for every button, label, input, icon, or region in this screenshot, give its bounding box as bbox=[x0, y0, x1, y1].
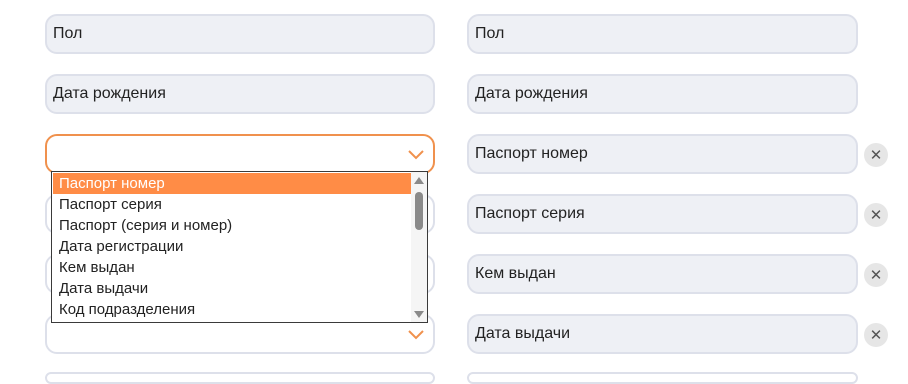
field-value: Пол bbox=[53, 25, 83, 42]
dropdown-option-issued-by[interactable]: Кем выдан bbox=[53, 257, 411, 278]
close-icon: ✕ bbox=[869, 206, 883, 224]
field-select-active[interactable] bbox=[45, 134, 435, 174]
dropdown-scrollbar[interactable] bbox=[411, 172, 427, 322]
field-value: Дата выдачи bbox=[475, 325, 571, 342]
scroll-thumb[interactable] bbox=[415, 192, 423, 230]
dropdown-list[interactable]: Паспорт номер Паспорт серия Паспорт (сер… bbox=[51, 171, 428, 323]
field-value: Дата рождения bbox=[53, 85, 166, 102]
field-left-birthdate[interactable]: Дата рождения bbox=[45, 74, 435, 114]
dropdown-option-issue-date[interactable]: Дата выдачи bbox=[53, 278, 411, 299]
chevron-down-icon[interactable] bbox=[407, 325, 425, 343]
field-right-passport-number[interactable]: Паспорт номер bbox=[467, 134, 858, 174]
remove-issue-date-button[interactable]: ✕ bbox=[864, 323, 888, 347]
field-left-gender[interactable]: Пол bbox=[45, 14, 435, 54]
dropdown-option-passport-series[interactable]: Паспорт серия bbox=[53, 194, 411, 215]
field-right-passport-series[interactable]: Паспорт серия bbox=[467, 194, 858, 234]
chevron-down-icon[interactable] bbox=[407, 145, 425, 163]
remove-issued-by-button[interactable]: ✕ bbox=[864, 263, 888, 287]
close-icon: ✕ bbox=[869, 266, 883, 284]
field-left-next[interactable] bbox=[45, 372, 435, 384]
field-right-issue-date[interactable]: Дата выдачи bbox=[467, 314, 858, 354]
field-value: Паспорт серия bbox=[475, 205, 585, 222]
remove-passport-number-button[interactable]: ✕ bbox=[864, 143, 888, 167]
field-value: Пол bbox=[475, 25, 505, 42]
remove-passport-series-button[interactable]: ✕ bbox=[864, 203, 888, 227]
field-right-issued-by[interactable]: Кем выдан bbox=[467, 254, 858, 294]
close-icon: ✕ bbox=[869, 326, 883, 344]
field-value: Кем выдан bbox=[475, 265, 556, 282]
field-right-next[interactable] bbox=[467, 372, 858, 384]
dropdown-option-passport-number[interactable]: Паспорт номер bbox=[53, 173, 411, 194]
dropdown-option-passport-full[interactable]: Паспорт (серия и номер) bbox=[53, 215, 411, 236]
scroll-down-icon[interactable] bbox=[414, 311, 424, 318]
scroll-up-icon[interactable] bbox=[414, 177, 424, 184]
field-right-birthdate[interactable]: Дата рождения bbox=[467, 74, 858, 114]
close-icon: ✕ bbox=[869, 146, 883, 164]
field-value: Паспорт номер bbox=[475, 145, 588, 162]
dropdown-option-department-code[interactable]: Код подразделения bbox=[53, 299, 411, 320]
field-right-gender[interactable]: Пол bbox=[467, 14, 858, 54]
field-value: Дата рождения bbox=[475, 85, 588, 102]
dropdown-option-registration-date[interactable]: Дата регистрации bbox=[53, 236, 411, 257]
